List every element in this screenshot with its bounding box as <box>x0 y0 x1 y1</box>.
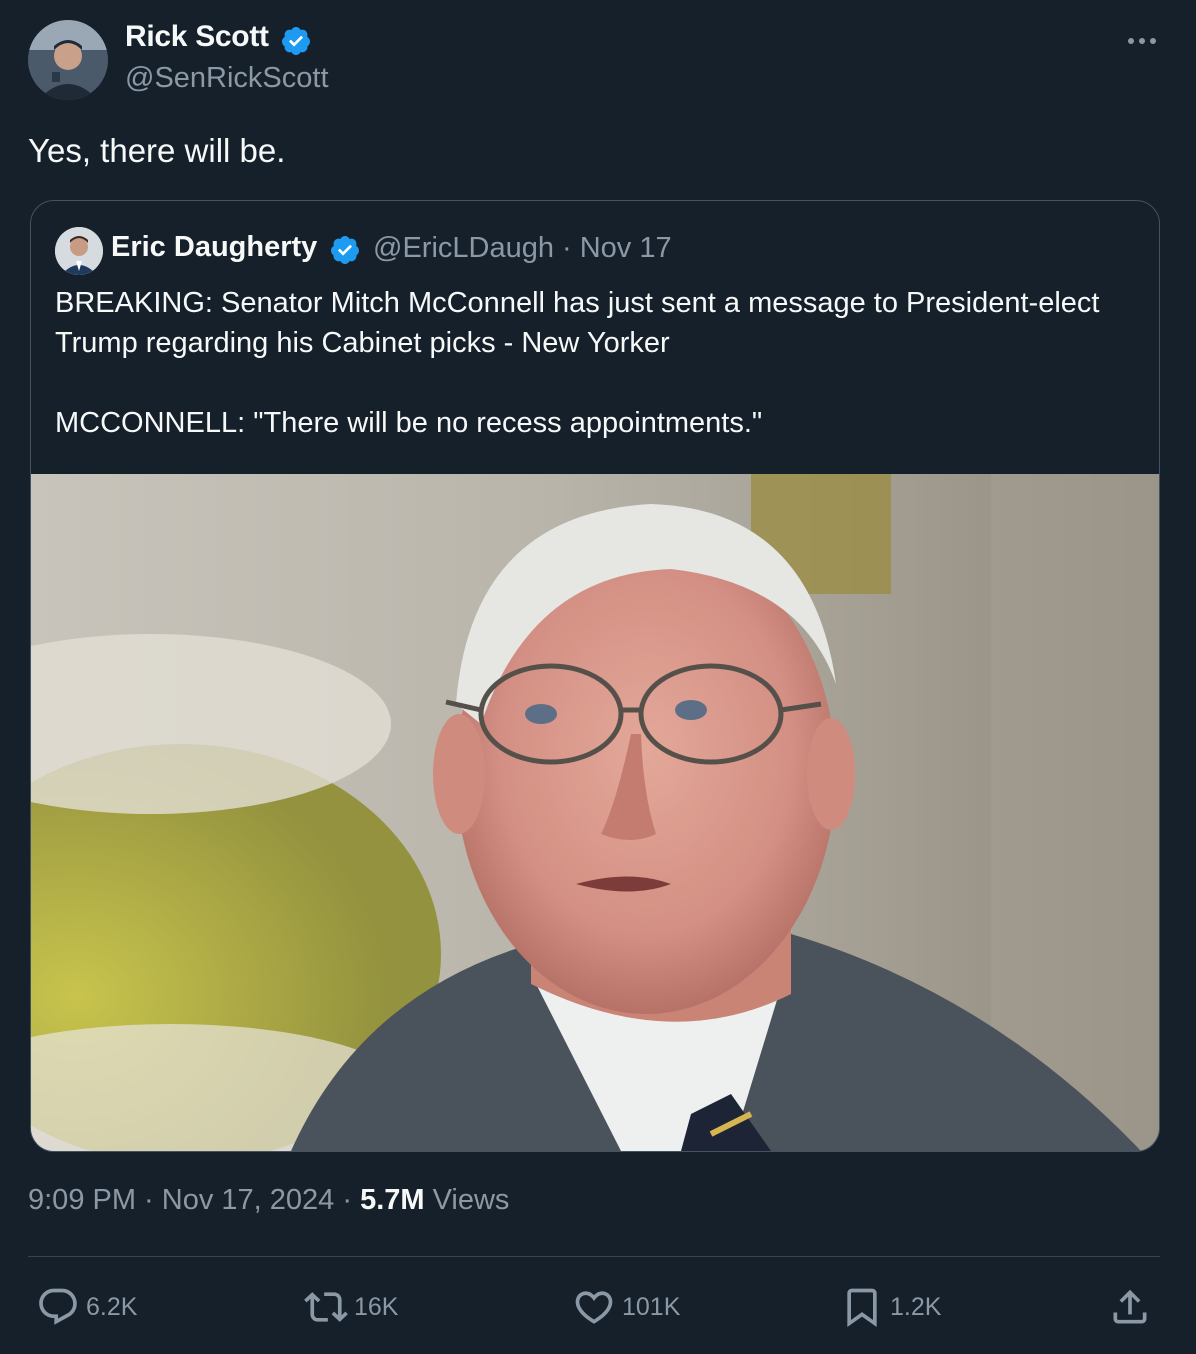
bookmark-count: 1.2K <box>890 1292 942 1321</box>
repost-icon <box>304 1292 348 1322</box>
tweet-meta: 9:09 PM · Nov 17, 2024 · 5.7M Views <box>28 1184 509 1217</box>
views-label: Views <box>424 1184 510 1216</box>
views-count[interactable]: 5.7M <box>360 1184 424 1216</box>
author-avatar[interactable] <box>28 20 108 100</box>
quoted-author-name[interactable]: Eric Daugherty <box>111 231 317 264</box>
quoted-avatar-photo <box>55 227 103 275</box>
divider <box>28 1256 1160 1257</box>
like-button[interactable]: 101K <box>572 1280 680 1334</box>
reply-icon <box>39 1288 77 1325</box>
portrait-photo <box>31 474 1159 1151</box>
reply-count: 6.2K <box>86 1292 138 1321</box>
verified-badge-icon <box>330 236 359 264</box>
action-bar: 6.2K 16K 101K 1.2K <box>28 1280 1160 1334</box>
repost-button[interactable]: 16K <box>304 1280 398 1334</box>
avatar-photo <box>28 20 108 100</box>
quoted-tweet-image[interactable] <box>31 474 1159 1151</box>
repost-count: 16K <box>354 1292 399 1321</box>
bookmark-icon <box>847 1288 877 1328</box>
quoted-handle-date[interactable]: @EricLDaugh · Nov 17 <box>373 232 672 265</box>
more-icon[interactable] <box>1122 24 1162 58</box>
author-handle[interactable]: @SenRickScott <box>125 62 329 95</box>
bookmark-button[interactable]: 1.2K <box>840 1280 941 1334</box>
verified-badge-icon <box>281 27 310 55</box>
tweet-text: Yes, there will be. <box>28 132 286 169</box>
timestamp[interactable]: 9:09 PM · Nov 17, 2024 · <box>28 1184 360 1216</box>
quoted-tweet-text: BREAKING: Senator Mitch McConnell has ju… <box>55 287 1100 439</box>
heart-icon <box>575 1291 613 1324</box>
like-count: 101K <box>622 1292 681 1321</box>
quoted-author-avatar[interactable] <box>55 227 103 275</box>
reply-button[interactable]: 6.2K <box>36 1280 137 1334</box>
quoted-tweet[interactable]: Eric Daugherty @EricLDaugh · Nov 17 BREA… <box>30 200 1160 1152</box>
share-icon <box>1113 1289 1147 1324</box>
share-button[interactable] <box>1108 1280 1152 1334</box>
author-name[interactable]: Rick Scott <box>125 20 269 54</box>
